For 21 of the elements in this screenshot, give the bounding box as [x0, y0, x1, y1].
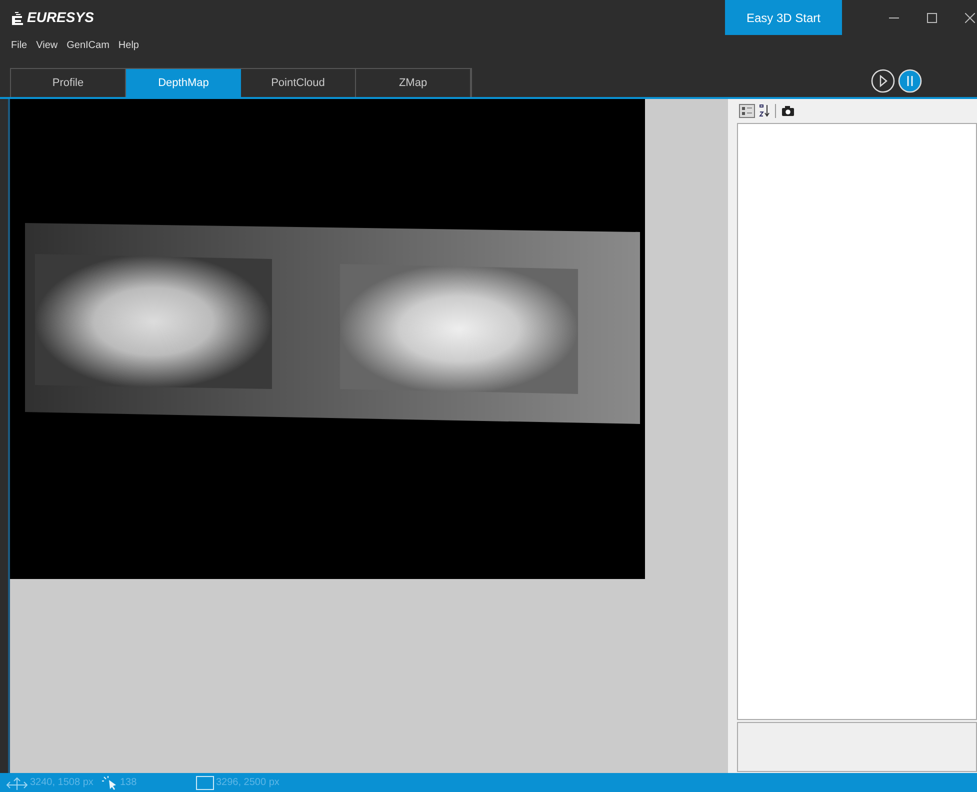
cursor-icon — [102, 776, 118, 790]
menu-item[interactable]: GenICam — [66, 38, 110, 52]
view-tab[interactable]: DepthMap — [126, 69, 241, 97]
close-icon[interactable] — [965, 12, 975, 22]
menu-item[interactable]: Help — [118, 38, 139, 52]
frame-icon — [196, 776, 214, 790]
size-text: 3296, 2500 px — [216, 776, 280, 790]
maximize-icon[interactable] — [927, 12, 937, 22]
pause-button[interactable] — [898, 69, 922, 93]
easy-3d-start-button[interactable]: Easy 3D Start — [725, 0, 842, 35]
sort-alphabetical-icon[interactable] — [758, 104, 770, 118]
categorized-view-icon[interactable] — [739, 104, 755, 118]
move-arrows-icon — [6, 776, 28, 790]
position-text: 3240, 1508 px — [30, 776, 94, 790]
play-button[interactable] — [871, 69, 895, 93]
menu-item[interactable]: View — [36, 38, 58, 52]
camera-icon[interactable] — [781, 105, 795, 117]
point-count-text: 138 — [120, 776, 138, 790]
logo-icon — [11, 10, 23, 24]
menu-item[interactable]: File — [11, 38, 28, 52]
logo-text: EURESYS — [27, 8, 94, 27]
